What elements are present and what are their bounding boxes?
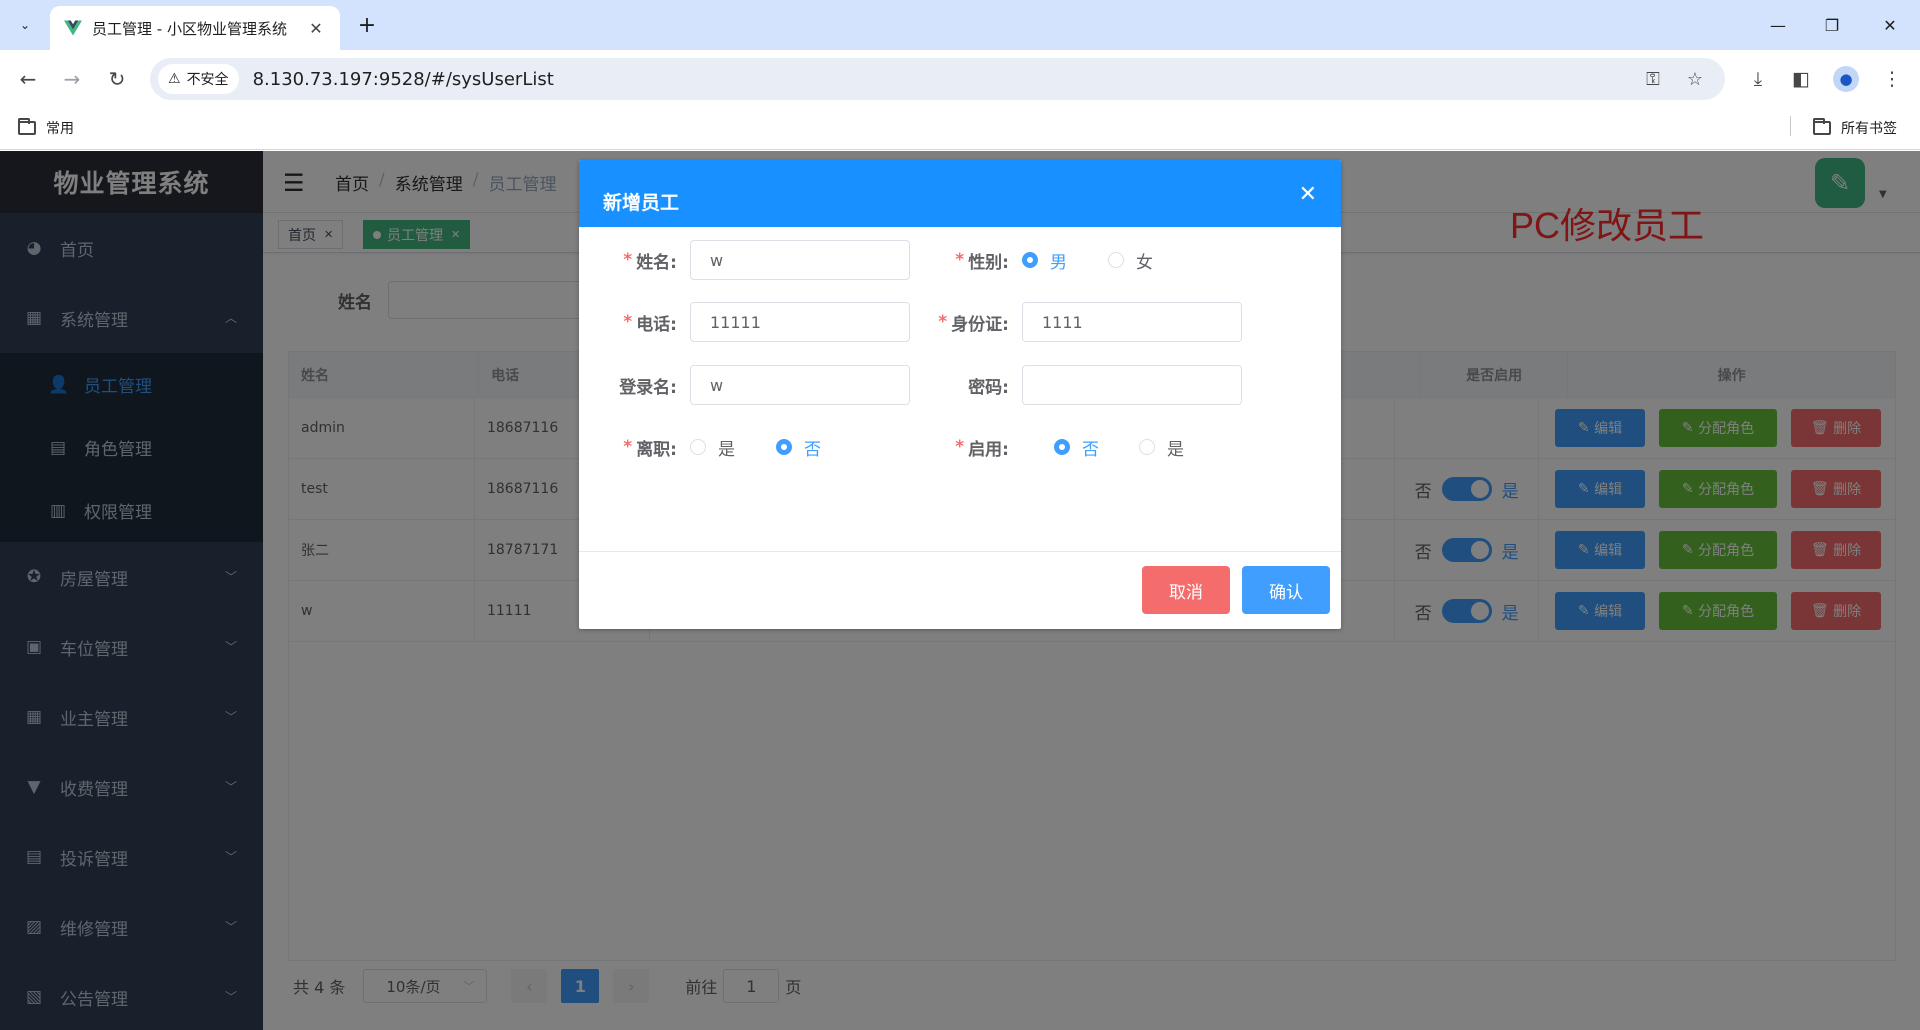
tab-title: 员工管理 - 小区物业管理系统 [92, 19, 287, 38]
form-row-4: * 离职: 是 否 * 启用: 否 是 [579, 427, 1341, 467]
required-mark: * [955, 250, 965, 270]
radio-circle [1022, 252, 1038, 268]
name-label: * 姓名: [579, 240, 677, 280]
folder-icon [1813, 118, 1831, 135]
gender-male-radio[interactable]: 男 [1022, 240, 1067, 280]
tab-search-button[interactable]: ⌄ [10, 10, 40, 40]
radio-label: 否 [1082, 439, 1099, 460]
back-button[interactable]: ← [13, 64, 43, 94]
vue-logo-icon [64, 20, 82, 36]
security-chip[interactable]: ⚠ 不安全 [158, 64, 239, 94]
close-icon[interactable]: ✕ [1299, 182, 1317, 207]
radio-label: 否 [804, 439, 821, 460]
resign-yes-radio[interactable]: 是 [690, 427, 735, 467]
app-root: 物业管理系统 ◕ 首页 ▦ 系统管理 ︿ 👤 员工管理 ▤ 角色管理 ▥ 权限管… [0, 151, 1920, 1030]
side-panel-icon[interactable]: ◧ [1786, 64, 1816, 94]
restore-button[interactable]: ❐ [1802, 8, 1862, 42]
radio-circle [1054, 439, 1070, 455]
required-mark: * [623, 437, 633, 457]
bookmark-label: 常用 [46, 121, 74, 137]
resign-label: * 离职: [579, 427, 677, 467]
address-bar[interactable]: ⚠ 不安全 8.130.73.197:9528/#/sysUserList ⚿ … [150, 58, 1725, 100]
minimize-button[interactable]: — [1748, 8, 1808, 42]
download-icon[interactable]: ⤓ [1743, 64, 1773, 94]
add-staff-dialog: 新增员工 ✕ * 姓名: w * 性别: 男 女 * 电话: 11111 * 身… [579, 160, 1341, 629]
warning-icon: ⚠ [168, 71, 181, 87]
phone-input[interactable]: 11111 [690, 302, 910, 342]
dialog-header: 新增员工 ✕ [579, 160, 1341, 227]
login-name-input[interactable]: w [690, 365, 910, 405]
bookmark-separator [1790, 116, 1791, 136]
name-input[interactable]: w [690, 240, 910, 280]
enable-label-text: 启用: [968, 439, 1009, 460]
confirm-button[interactable]: 确认 [1242, 566, 1330, 614]
enable-label: * 启用: [909, 427, 1009, 467]
required-mark: * [623, 250, 633, 270]
enable-yes-radio[interactable]: 是 [1139, 427, 1184, 467]
password-input[interactable] [1022, 365, 1242, 405]
bookmark-folder-all[interactable]: 所有书签 [1813, 118, 1897, 138]
browser-toolbar: ← → ↻ ⚠ 不安全 8.130.73.197:9528/#/sysUserL… [0, 50, 1920, 108]
name-label-text: 姓名: [636, 252, 677, 273]
bookmark-bar: 常用 所有书签 [0, 108, 1920, 150]
phone-label: * 电话: [579, 302, 677, 342]
bookmark-label: 所有书签 [1841, 121, 1897, 137]
required-mark: * [623, 312, 633, 332]
dialog-title: 新增员工 [603, 192, 680, 214]
resign-label-text: 离职: [636, 439, 677, 460]
required-mark: * [938, 312, 948, 332]
more-menu-icon[interactable]: ⋮ [1877, 64, 1907, 94]
gender-label: * 性别: [909, 240, 1009, 280]
forward-button[interactable]: → [57, 64, 87, 94]
dialog-footer: 取消 确认 [579, 551, 1341, 629]
radio-circle [1108, 252, 1124, 268]
resign-no-radio[interactable]: 否 [776, 427, 821, 467]
cancel-button[interactable]: 取消 [1142, 566, 1230, 614]
required-mark: * [955, 437, 965, 457]
password-key-icon[interactable]: ⚿ [1638, 64, 1668, 94]
security-label: 不安全 [186, 72, 229, 88]
radio-circle [690, 439, 706, 455]
idcard-label-text: 身份证: [951, 314, 1009, 335]
browser-tab[interactable]: 员工管理 - 小区物业管理系统 ✕ [50, 6, 340, 50]
window-close-button[interactable]: ✕ [1860, 8, 1920, 42]
form-row-3: 登录名: w 密码: [579, 365, 1341, 405]
radio-circle [1139, 439, 1155, 455]
enable-no-radio[interactable]: 否 [1054, 427, 1099, 467]
radio-label: 男 [1050, 252, 1067, 273]
bookmark-folder-common[interactable]: 常用 [18, 118, 74, 138]
bookmark-star-icon[interactable]: ☆ [1680, 64, 1710, 94]
gender-label-text: 性别: [968, 252, 1009, 273]
login-name-label: 登录名: [619, 377, 677, 398]
radio-circle [776, 439, 792, 455]
browser-tabbar: ⌄ 员工管理 - 小区物业管理系统 ✕ + — ❐ ✕ [0, 0, 1920, 50]
url-text[interactable]: 8.130.73.197:9528/#/sysUserList [253, 69, 554, 90]
folder-icon [18, 118, 36, 135]
new-tab-button[interactable]: + [352, 10, 382, 40]
radio-label: 女 [1136, 252, 1153, 273]
tab-close-icon[interactable]: ✕ [306, 19, 326, 38]
radio-label: 是 [718, 439, 735, 460]
radio-label: 是 [1167, 439, 1184, 460]
form-row-1: * 姓名: w * 性别: 男 女 [579, 240, 1341, 280]
profile-avatar-icon: ● [1833, 66, 1859, 92]
idcard-input[interactable]: 1111 [1022, 302, 1242, 342]
reload-button[interactable]: ↻ [102, 64, 132, 94]
form-row-2: * 电话: 11111 * 身份证: 1111 [579, 302, 1341, 342]
idcard-label: * 身份证: [909, 302, 1009, 342]
profile-button[interactable]: ● [1831, 64, 1861, 94]
gender-female-radio[interactable]: 女 [1108, 240, 1153, 280]
phone-label-text: 电话: [636, 314, 677, 335]
password-label: 密码: [968, 377, 1009, 398]
